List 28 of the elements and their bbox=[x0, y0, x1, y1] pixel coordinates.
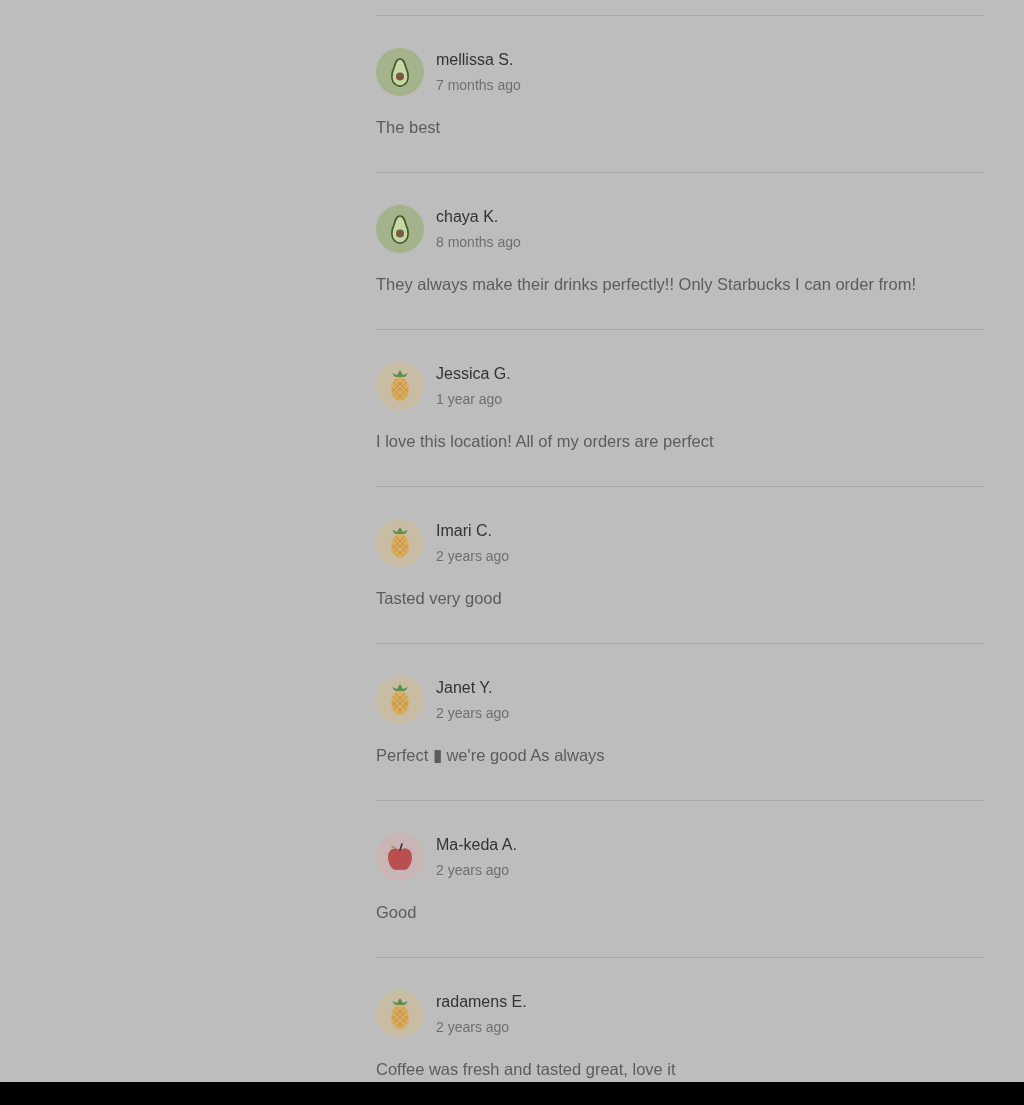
pineapple-icon bbox=[376, 519, 424, 567]
pineapple-icon bbox=[376, 676, 424, 724]
review-time: 1 year ago bbox=[436, 390, 504, 409]
review-text: Coffee was fresh and tasted great, love it bbox=[376, 1059, 677, 1080]
review-time: 2 years ago bbox=[436, 861, 511, 880]
review-text: Tasted very good bbox=[376, 588, 503, 609]
review-time: 2 years ago bbox=[436, 704, 510, 723]
avocado-icon bbox=[376, 205, 424, 253]
review-text: I love this location! All of my orders are perfect bbox=[376, 431, 715, 452]
avocado-icon bbox=[376, 48, 424, 96]
reviewer-name: Ma-keda A. bbox=[436, 835, 517, 855]
review-text: They always make their drinks perfectly!! Only Starbucks I can order from! bbox=[376, 274, 918, 295]
apple-icon bbox=[376, 833, 424, 881]
review-time: 7 months ago bbox=[436, 76, 521, 95]
reviewer-name: chaya K. bbox=[436, 207, 500, 227]
review-text: Perfect ▮ we're good As always bbox=[376, 745, 606, 766]
reviewer-name: mellissa S. bbox=[436, 50, 515, 70]
reviewer-name: Janet Y. bbox=[436, 678, 494, 698]
reviewer-name: radamens E. bbox=[436, 992, 527, 1012]
reviewer-name: Imari C. bbox=[436, 521, 493, 541]
review-time: 2 years ago bbox=[436, 547, 510, 566]
review-text: The best bbox=[376, 117, 442, 138]
reviewer-name: Jessica G. bbox=[436, 364, 511, 384]
review-time: 8 months ago bbox=[436, 233, 521, 252]
pineapple-icon bbox=[376, 990, 424, 1038]
review-time: 2 years ago bbox=[436, 1018, 511, 1037]
review-text: Good bbox=[376, 902, 418, 923]
pineapple-icon bbox=[376, 362, 424, 410]
